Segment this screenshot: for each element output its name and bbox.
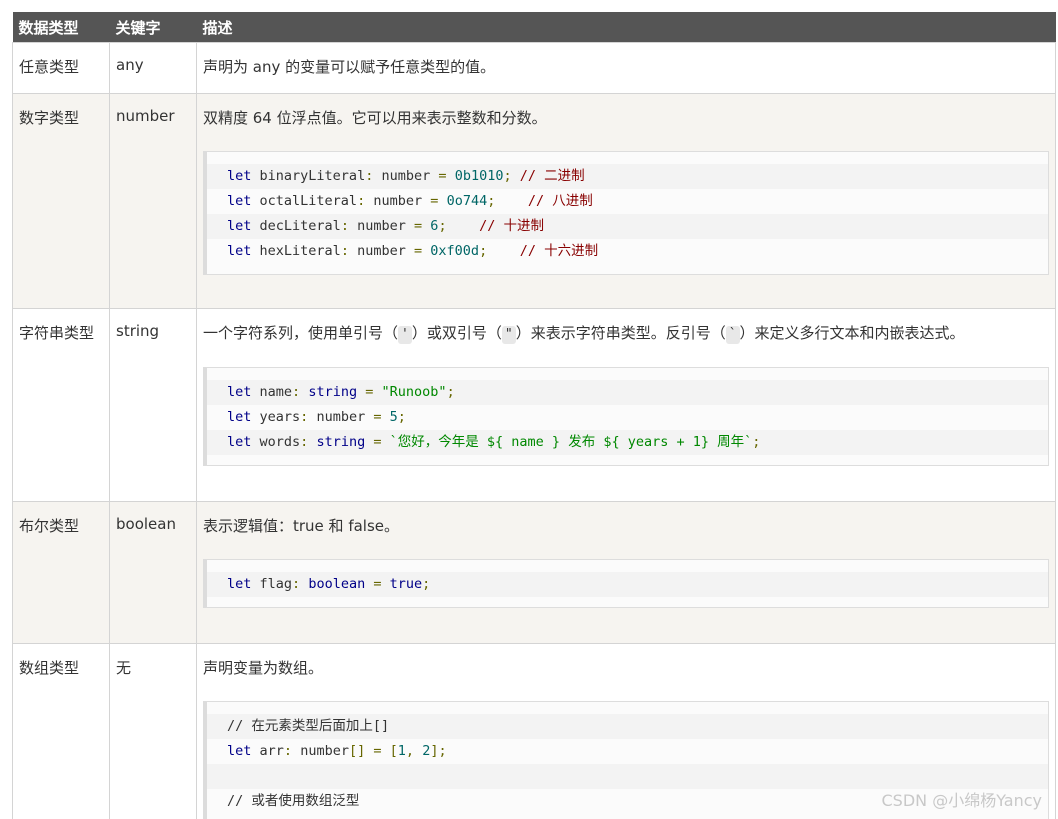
code-line: let hexLiteral: number = 0xf00d; // 十六进制 — [227, 243, 599, 259]
data-types-table: 数据类型 关键字 描述 任意类型 any 声明为 any 的变量可以赋予任意类型… — [12, 12, 1056, 819]
code-line: let octalLiteral: number = 0o744; // 八进制 — [227, 193, 593, 209]
description-cell: 双精度 64 位浮点值。它可以用来表示整数和分数。 let binaryLite… — [196, 93, 1056, 309]
type-name-cell: 数字类型 — [12, 93, 110, 309]
type-name-cell: 字符串类型 — [12, 308, 110, 502]
table-row: 字符串类型 string 一个字符系列，使用单引号（ ' ）或双引号（ " ）来表示字符… — [12, 308, 1056, 502]
table-row: 任意类型 any 声明为 any 的变量可以赋予任意类型的值。 — [12, 42, 1056, 94]
code-line: let flag: boolean = true; — [207, 572, 1048, 597]
code-line: let arr: number[] = [1, 2]; — [227, 743, 447, 759]
code-line — [207, 764, 1048, 789]
description-text: 声明为 any 的变量可以赋予任意类型的值。 — [203, 58, 496, 76]
type-name-cell: 数组类型 — [12, 643, 110, 819]
description-cell: 表示逻辑值：true 和 false。 let flag: boolean = … — [196, 501, 1056, 644]
code-line: let years: number = 5; — [227, 409, 406, 425]
keyword-cell: number — [109, 93, 197, 309]
code-block[interactable]: let flag: boolean = true; — [203, 559, 1049, 608]
type-name-cell: 布尔类型 — [12, 501, 110, 644]
header-keyword: 关键字 — [109, 12, 197, 43]
description-cell: 声明为 any 的变量可以赋予任意类型的值。 — [196, 42, 1056, 94]
keyword-cell: 无 — [109, 643, 197, 819]
watermark: CSDN @小绵杨Yancy — [881, 791, 1043, 810]
code-line: // 在元素类型后面加上[] — [207, 714, 1048, 739]
code-block[interactable]: let binaryLiteral: number = 0b1010; // 二… — [203, 151, 1049, 275]
single-quote-code: ' — [398, 326, 412, 344]
backtick-code: ` — [725, 326, 740, 344]
table-row: 数字类型 number 双精度 64 位浮点值。它可以用来表示整数和分数。 le… — [12, 93, 1056, 309]
keyword-cell: any — [109, 42, 197, 94]
description-text: 表示逻辑值：true 和 false。 — [203, 517, 400, 535]
description-text: 声明变量为数组。 — [203, 659, 324, 677]
header-data-type: 数据类型 — [12, 12, 110, 43]
code-block[interactable]: let name: string = "Runoob"; let years: … — [203, 367, 1049, 466]
description-cell: 一个字符系列，使用单引号（ ' ）或双引号（ " ）来表示字符串类型。反引号（ ` ）来定义… — [196, 308, 1056, 502]
code-line: let words: string = `您好，今年是 ${ name } 发布… — [207, 430, 1048, 455]
description-text: 一个字符系列，使用单引号（ ' ）或双引号（ " ）来表示字符串类型。反引号（ ` ）来定义… — [203, 324, 965, 344]
double-quote-code: " — [501, 326, 516, 344]
keyword-cell: string — [109, 308, 197, 502]
keyword-cell: boolean — [109, 501, 197, 644]
table-row: 布尔类型 boolean 表示逻辑值：true 和 false。 let fla… — [12, 501, 1056, 644]
description-text: 双精度 64 位浮点值。它可以用来表示整数和分数。 — [203, 109, 547, 127]
code-line: let binaryLiteral: number = 0b1010; // 二… — [207, 164, 1048, 189]
code-line: let name: string = "Runoob"; — [207, 380, 1048, 405]
code-line: let decLiteral: number = 6; // 十进制 — [207, 214, 1048, 239]
type-name-cell: 任意类型 — [12, 42, 110, 94]
table-header-row: 数据类型 关键字 描述 — [12, 12, 1056, 43]
page: 数据类型 关键字 描述 任意类型 any 声明为 any 的变量可以赋予任意类型… — [0, 0, 1058, 819]
header-description: 描述 — [196, 12, 1056, 43]
